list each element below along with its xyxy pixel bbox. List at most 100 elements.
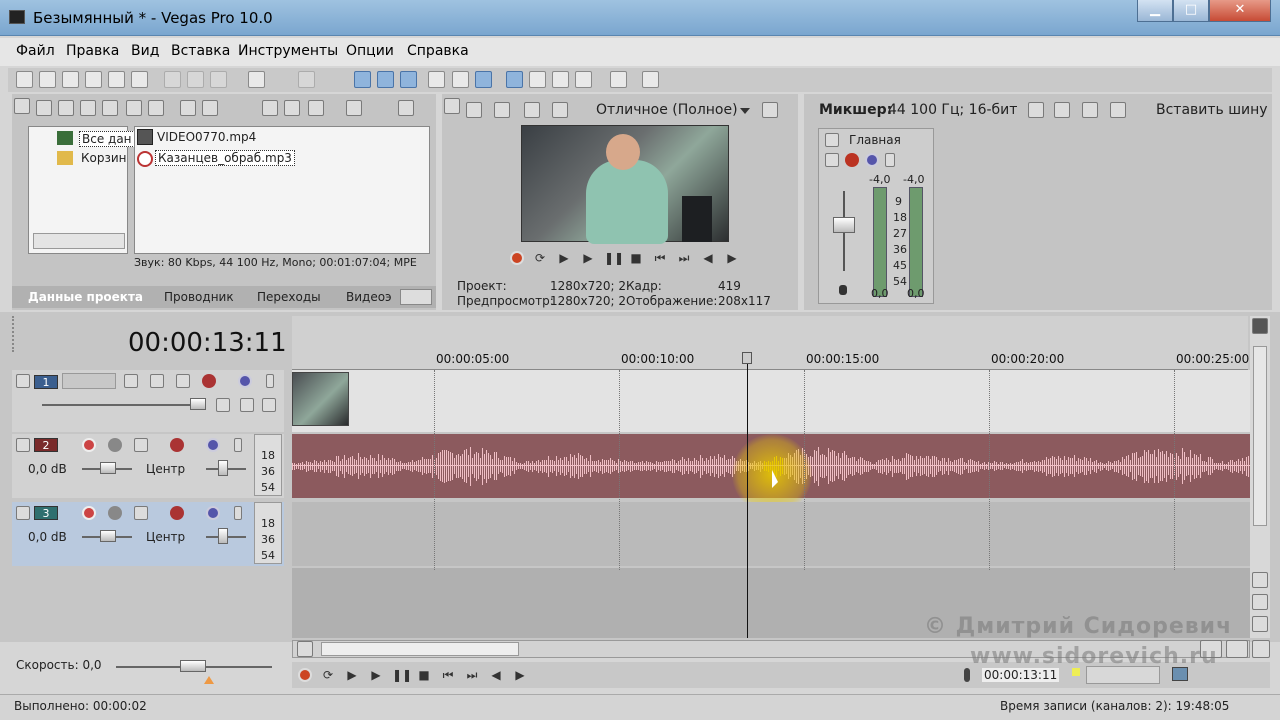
go-to-start-icon[interactable]: ⏮	[440, 667, 456, 683]
search-icon[interactable]	[398, 100, 414, 116]
track-2-header[interactable]: 2 0,0 dB Центр 18 36 54	[12, 434, 284, 498]
track-fx-gear-icon[interactable]	[202, 374, 216, 388]
track-solo-icon[interactable]	[266, 374, 274, 388]
preview-quality-select[interactable]: Отличное (Полное)	[596, 102, 738, 118]
track-1-header[interactable]: 1	[12, 370, 284, 432]
lock-envelopes-icon[interactable]	[452, 71, 469, 88]
prev-frame-icon[interactable]: ◀	[700, 250, 716, 266]
extract-audio-icon[interactable]	[102, 100, 118, 116]
save-as-icon[interactable]	[85, 71, 102, 88]
zoom-out-vertical-icon[interactable]	[1252, 616, 1268, 632]
expand-icon[interactable]	[216, 398, 230, 412]
overlays-icon[interactable]	[762, 102, 778, 118]
play-from-start-icon[interactable]: ▶	[556, 250, 572, 266]
scroll-left-icon[interactable]	[297, 641, 313, 657]
add-media-icon[interactable]	[202, 100, 218, 116]
redo-icon[interactable]	[298, 71, 315, 88]
stop-icon[interactable]: ■	[628, 250, 644, 266]
zoom-in-vertical-icon[interactable]	[1252, 594, 1268, 610]
stop-icon[interactable]: ■	[416, 667, 432, 683]
media-item-audio[interactable]: Казанцев_обраб.mp3	[155, 150, 295, 166]
dim-output-icon[interactable]	[1082, 102, 1098, 118]
invert-phase-icon[interactable]	[108, 506, 122, 520]
level-slider[interactable]	[42, 404, 202, 406]
import-media-icon[interactable]	[36, 100, 52, 116]
menu-tools[interactable]: Инструменты	[238, 43, 338, 59]
envelope-tool-icon[interactable]	[529, 71, 546, 88]
track-3-lane[interactable]	[292, 502, 1250, 566]
track-name-field[interactable]	[62, 373, 116, 389]
split-screen-icon[interactable]	[552, 102, 568, 118]
external-monitor-icon[interactable]	[494, 102, 510, 118]
tab-video-fx[interactable]: Видеоэ	[346, 290, 392, 304]
move-up-icon[interactable]	[240, 398, 254, 412]
zoom-tool-icon[interactable]	[575, 71, 592, 88]
marker-toggle-icon[interactable]	[1252, 318, 1268, 334]
next-frame-icon[interactable]: ▶	[512, 667, 528, 683]
track-mute-icon[interactable]	[206, 506, 220, 520]
play-icon[interactable]: ▶	[580, 250, 596, 266]
play-from-start-icon[interactable]: ▶	[344, 667, 360, 683]
eraser-icon[interactable]	[610, 71, 627, 88]
minimize-button[interactable]: ▁	[1137, 0, 1173, 22]
speed-slider-thumb[interactable]	[180, 660, 206, 672]
preview-close-icon[interactable]	[444, 98, 460, 114]
selection-tool-icon[interactable]	[552, 71, 569, 88]
level-slider-thumb[interactable]	[190, 398, 206, 410]
solo-icon[interactable]	[885, 153, 895, 167]
track-2-lane[interactable]	[292, 434, 1250, 514]
title-bar[interactable]: Безымянный * - Vegas Pro 10.0 ▁ □ ✕	[0, 0, 1280, 36]
cursor-time-field[interactable]: 00:00:13:11	[982, 668, 1060, 682]
record-icon[interactable]	[510, 251, 524, 265]
prev-frame-icon[interactable]: ◀	[488, 667, 504, 683]
lock-icon[interactable]	[839, 285, 847, 295]
paste-icon[interactable]	[210, 71, 227, 88]
go-to-end-icon[interactable]: ⏭	[676, 250, 692, 266]
copy-icon[interactable]	[187, 71, 204, 88]
chevron-down-icon[interactable]	[740, 108, 750, 114]
close-button[interactable]: ✕	[1209, 0, 1271, 22]
track-3-header[interactable]: 3 0,0 dB Центр 18 36 54	[12, 502, 284, 566]
gear-icon[interactable]	[845, 153, 859, 167]
track-gear-icon[interactable]	[170, 438, 184, 452]
tree-scrollbar[interactable]	[33, 233, 125, 249]
preview-fx-icon[interactable]	[524, 102, 540, 118]
render-icon[interactable]	[108, 71, 125, 88]
ripple-edit-icon[interactable]	[400, 71, 417, 88]
remove-media-icon[interactable]	[180, 100, 196, 116]
volume-slider-thumb[interactable]	[100, 462, 116, 474]
play-icon[interactable]: ▶	[368, 667, 384, 683]
pause-icon[interactable]: ❚❚	[604, 250, 624, 266]
track-fx-icon[interactable]	[134, 438, 148, 452]
maximize-button[interactable]: □	[1173, 0, 1209, 22]
invert-phase-icon[interactable]	[108, 438, 122, 452]
scroll-thumb[interactable]	[1253, 346, 1267, 526]
undo-icon[interactable]	[248, 71, 265, 88]
media-item-video[interactable]: VIDEO0770.mp4	[157, 130, 256, 144]
panel-close-icon[interactable]	[14, 98, 30, 114]
zoom-out-horizontal-icon[interactable]	[1226, 640, 1248, 658]
go-to-start-icon[interactable]: ⏮	[652, 250, 668, 266]
tab-scroll-arrows[interactable]	[400, 289, 432, 305]
zoom-tool-icon[interactable]	[1252, 640, 1270, 658]
arm-record-icon[interactable]	[82, 506, 96, 520]
tab-transitions[interactable]: Переходы	[257, 290, 321, 304]
track-1-lane[interactable]	[292, 370, 1250, 432]
record-icon[interactable]	[298, 668, 312, 682]
media-fx-icon[interactable]	[148, 100, 164, 116]
menu-help[interactable]: Справка	[407, 43, 469, 59]
insert-bus-icon[interactable]	[1110, 102, 1126, 118]
go-to-end-icon[interactable]: ⏭	[464, 667, 480, 683]
help-pointer-icon[interactable]	[642, 71, 659, 88]
pause-icon[interactable]: ❚❚	[392, 667, 412, 683]
cut-icon[interactable]	[164, 71, 181, 88]
playhead-handle[interactable]	[742, 352, 752, 364]
scroll-down-icon[interactable]	[1252, 572, 1268, 588]
make-compositing-child-icon[interactable]	[150, 374, 164, 388]
play-media-icon[interactable]	[262, 100, 278, 116]
track-solo-icon[interactable]	[234, 438, 242, 452]
compositing-icon[interactable]	[124, 374, 138, 388]
menu-file[interactable]: Файл	[16, 43, 55, 59]
loop-icon[interactable]: ⟳	[320, 667, 336, 683]
new-project-icon[interactable]	[16, 71, 33, 88]
